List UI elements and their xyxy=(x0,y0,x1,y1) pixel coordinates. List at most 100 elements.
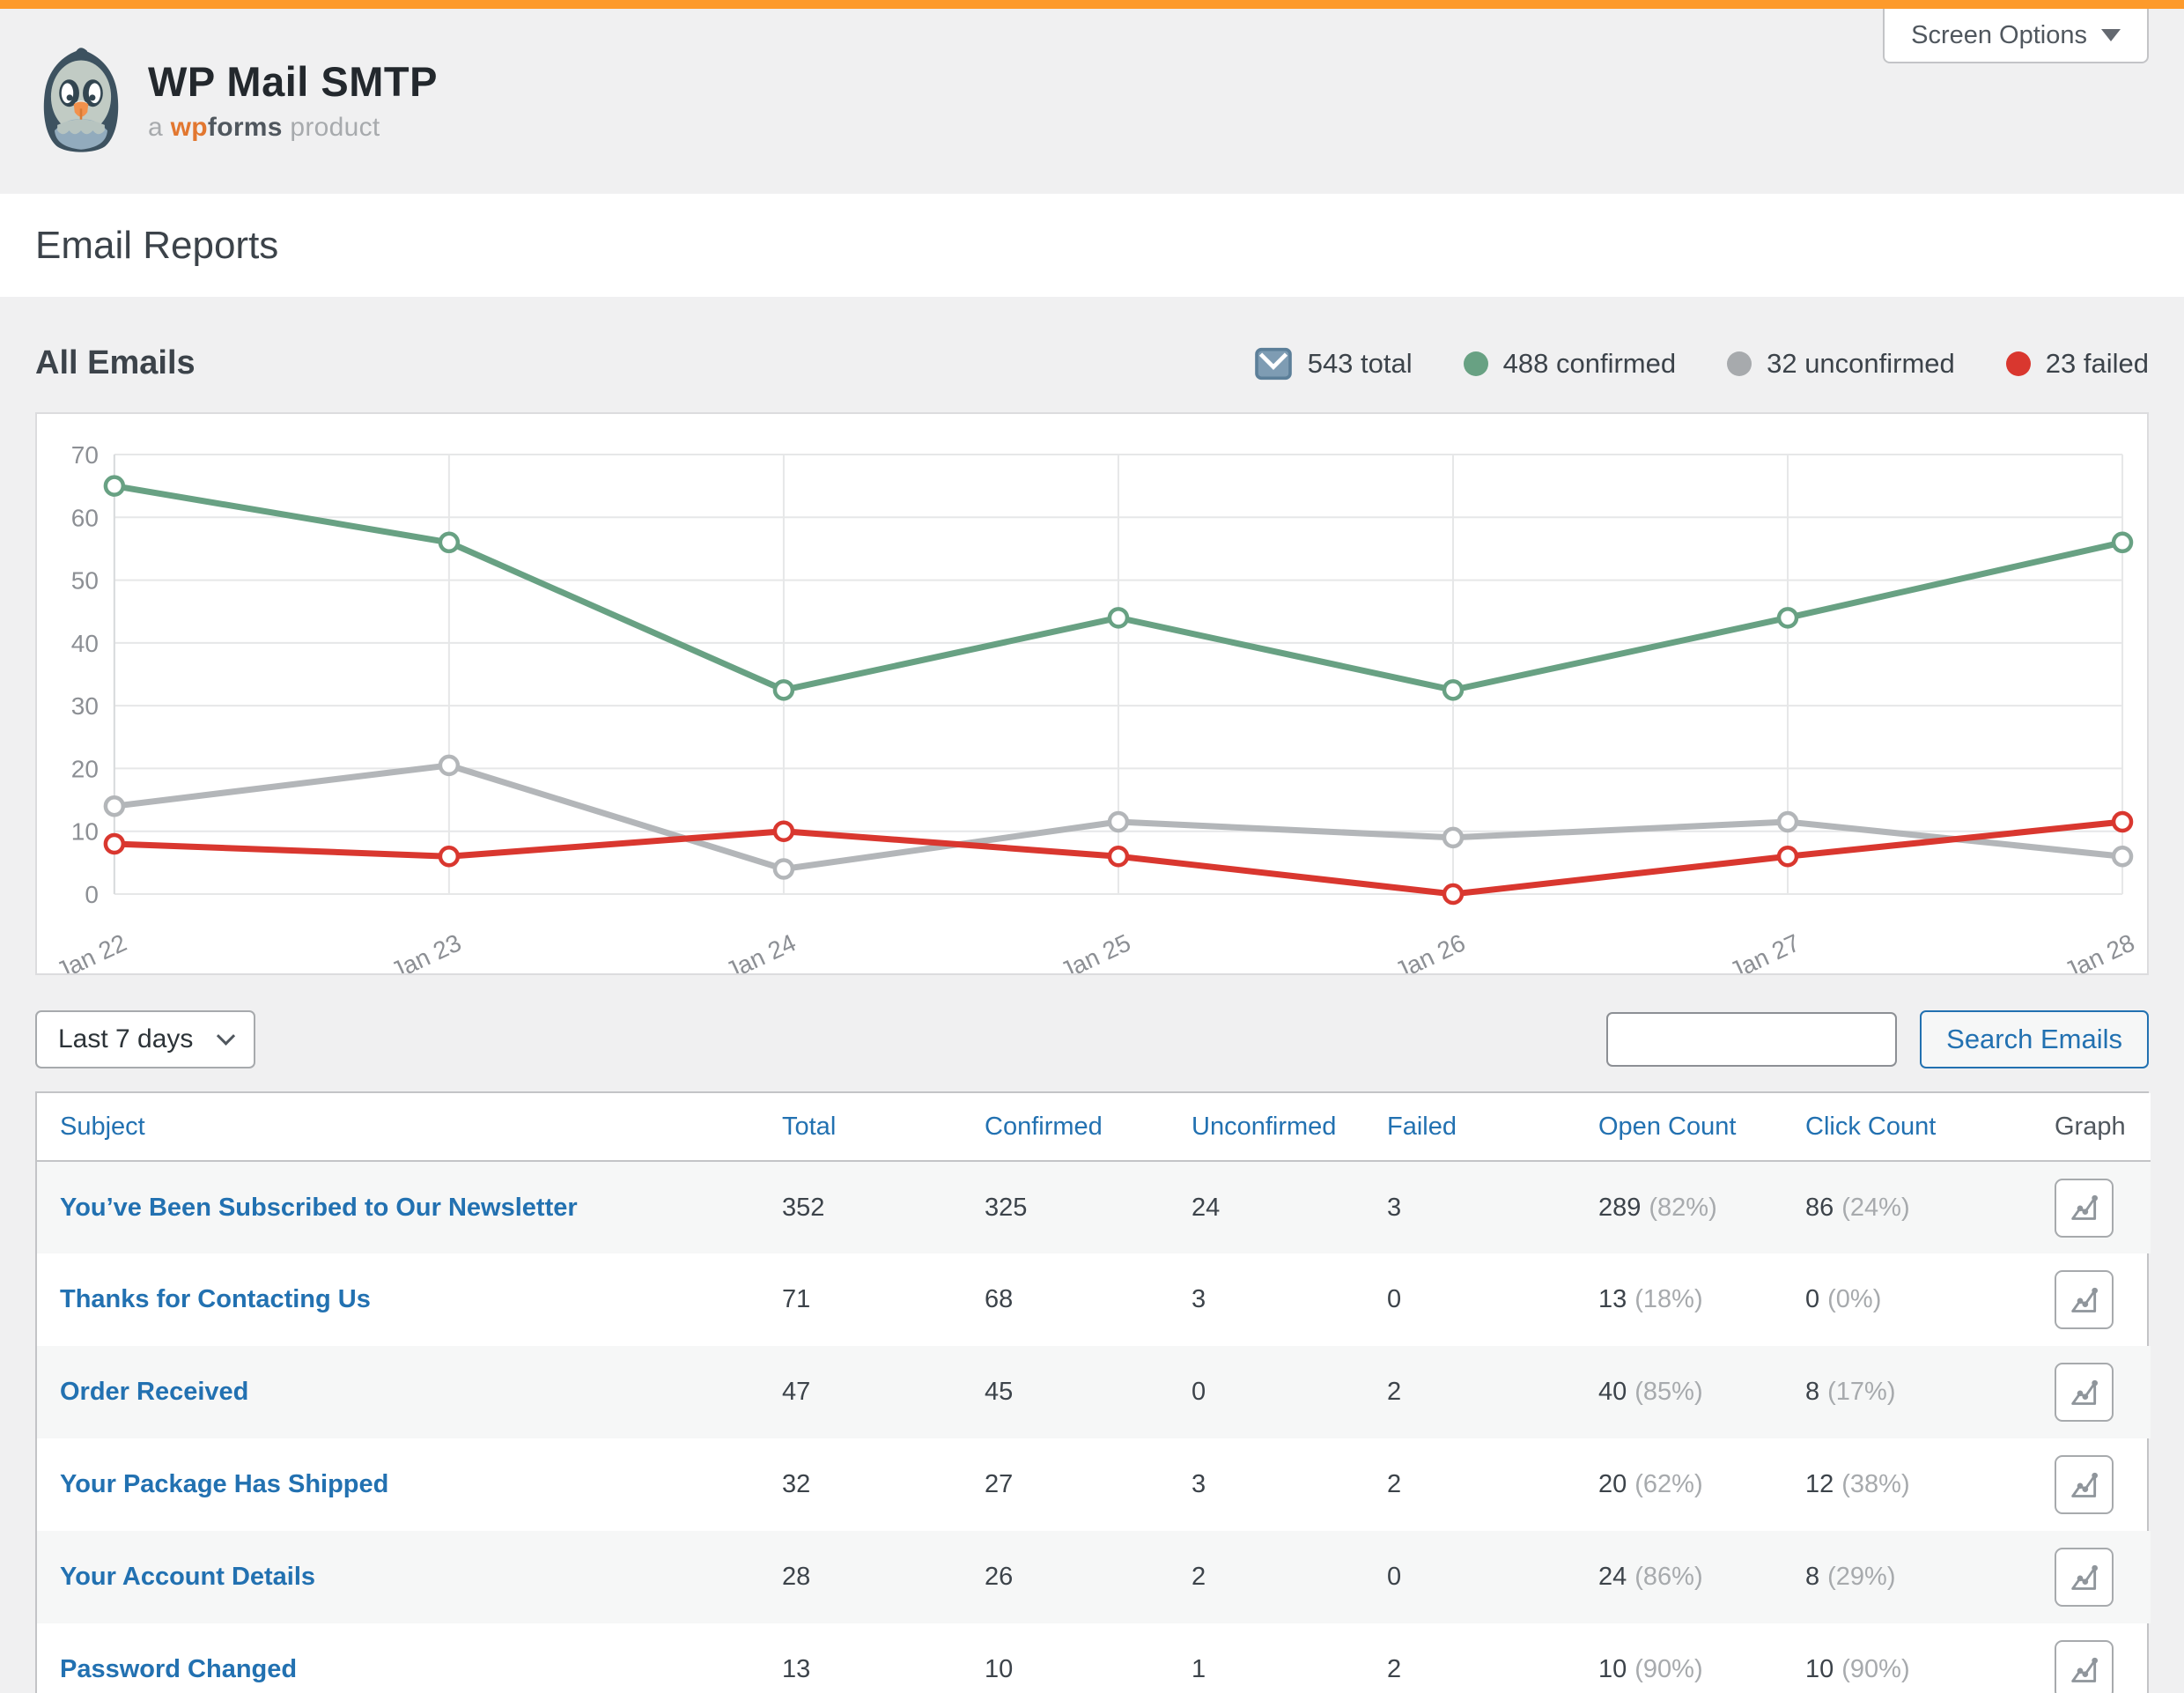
open-count-cell: 20(62%) xyxy=(1575,1438,1782,1531)
search-emails-input[interactable] xyxy=(1606,1012,1897,1067)
view-graph-button[interactable] xyxy=(2055,1179,2114,1238)
table-row: Thanks for Contacting Us 71683013(18%)0(0… xyxy=(37,1253,2151,1346)
failed-cell: 0 xyxy=(1364,1253,1575,1346)
envelope-icon xyxy=(1254,347,1293,381)
unconfirmed-cell: 2 xyxy=(1169,1531,1364,1623)
view-graph-button[interactable] xyxy=(2055,1548,2114,1607)
view-graph-button[interactable] xyxy=(2055,1270,2114,1329)
email-subject-link[interactable]: You’ve Been Subscribed to Our Newsletter xyxy=(60,1194,578,1222)
column-header-unconfirmed[interactable]: Unconfirmed xyxy=(1169,1093,1364,1161)
date-range-select[interactable]: Last 7 days xyxy=(35,1010,255,1068)
svg-text:Jan 25: Jan 25 xyxy=(1056,928,1134,973)
open-percent: (62%) xyxy=(1634,1470,1702,1498)
mini-line-chart-icon xyxy=(2067,1652,2102,1688)
unconfirmed-cell: 0 xyxy=(1169,1346,1364,1438)
svg-text:Jan 23: Jan 23 xyxy=(387,928,465,973)
click-percent: (90%) xyxy=(1841,1655,1909,1683)
tagline-brand-forms: forms xyxy=(208,113,283,142)
total-cell: 13 xyxy=(759,1623,962,1693)
svg-text:50: 50 xyxy=(71,567,99,595)
legend-label: 488 confirmed xyxy=(1503,348,1676,380)
click-count-cell: 12(38%) xyxy=(1782,1438,2032,1531)
section-title-all-emails: All Emails xyxy=(35,344,196,382)
screen-options-label: Screen Options xyxy=(1911,21,2087,50)
svg-text:10: 10 xyxy=(71,818,99,846)
view-graph-button[interactable] xyxy=(2055,1363,2114,1422)
pigeon-logo xyxy=(35,47,127,156)
table-row: Order Received47450240(85%)8(17%) xyxy=(37,1346,2151,1438)
unconfirmed-cell: 3 xyxy=(1169,1438,1364,1531)
click-percent: (24%) xyxy=(1841,1194,1909,1222)
legend-item-confirmed: 488 confirmed xyxy=(1464,348,1676,380)
app-title: WP Mail SMTP xyxy=(148,60,438,103)
column-header-confirmed[interactable]: Confirmed xyxy=(962,1093,1169,1161)
confirmed-cell: 68 xyxy=(962,1253,1169,1346)
chevron-down-icon xyxy=(217,1026,235,1045)
column-header-failed[interactable]: Failed xyxy=(1364,1093,1575,1161)
svg-text:40: 40 xyxy=(71,630,99,657)
email-subject-link[interactable]: Order Received xyxy=(60,1378,248,1406)
open-count-cell: 10(90%) xyxy=(1575,1623,1782,1693)
mini-line-chart-icon xyxy=(2067,1560,2102,1595)
click-count-cell: 0(0%) xyxy=(1782,1253,2032,1346)
svg-text:60: 60 xyxy=(71,504,99,531)
svg-text:Jan 27: Jan 27 xyxy=(1725,928,1804,973)
column-header-subject[interactable]: Subject xyxy=(37,1093,759,1161)
failed-cell: 2 xyxy=(1364,1438,1575,1531)
confirmed-cell: 45 xyxy=(962,1346,1169,1438)
total-cell: 47 xyxy=(759,1346,962,1438)
email-report-line-chart: 010203040506070Jan 22Jan 23Jan 24Jan 25J… xyxy=(37,414,2147,973)
total-cell: 32 xyxy=(759,1438,962,1531)
view-graph-button[interactable] xyxy=(2055,1640,2114,1693)
column-header-total[interactable]: Total xyxy=(759,1093,962,1161)
mini-line-chart-icon xyxy=(2067,1190,2102,1225)
open-percent: (82%) xyxy=(1649,1194,1716,1222)
click-count-cell: 8(17%) xyxy=(1782,1346,2032,1438)
legend-item-failed: 23 failed xyxy=(2006,348,2149,380)
unconfirmed-cell: 24 xyxy=(1169,1161,1364,1253)
mini-line-chart-icon xyxy=(2067,1468,2102,1503)
open-percent: (85%) xyxy=(1634,1378,1702,1406)
total-cell: 71 xyxy=(759,1253,962,1346)
email-subject-link[interactable]: Thanks for Contacting Us xyxy=(60,1285,371,1313)
unconfirmed-cell: 1 xyxy=(1169,1623,1364,1693)
svg-text:Jan 28: Jan 28 xyxy=(2060,928,2138,973)
column-header-graph: Graph xyxy=(2032,1093,2151,1161)
email-subject-link[interactable]: Your Package Has Shipped xyxy=(60,1470,388,1498)
unconfirmed-cell: 3 xyxy=(1169,1253,1364,1346)
site-header: WP Mail SMTP a wpforms product xyxy=(0,9,2184,194)
date-range-value: Last 7 days xyxy=(58,1024,193,1054)
open-count-cell: 13(18%) xyxy=(1575,1253,1782,1346)
email-report-chart-card: 010203040506070Jan 22Jan 23Jan 24Jan 25J… xyxy=(35,412,2149,975)
column-header-click-count[interactable]: Click Count xyxy=(1782,1093,2032,1161)
legend-label: 23 failed xyxy=(2046,348,2149,380)
total-cell: 352 xyxy=(759,1161,962,1253)
failed-dot-icon xyxy=(2006,351,2031,376)
email-reports-table-card: Subject Total Confirmed Unconfirmed Fail… xyxy=(35,1091,2149,1693)
confirmed-dot-icon xyxy=(1464,351,1488,376)
email-subject-link[interactable]: Your Account Details xyxy=(60,1563,315,1591)
table-row: Your Account Details28262024(86%)8(29%) xyxy=(37,1531,2151,1623)
open-percent: (86%) xyxy=(1634,1563,1702,1591)
top-accent-bar xyxy=(0,0,2184,9)
tagline-brand-wp: wp xyxy=(171,113,208,142)
tagline-suffix: product xyxy=(290,113,380,142)
column-header-open-count[interactable]: Open Count xyxy=(1575,1093,1782,1161)
click-percent: (17%) xyxy=(1827,1378,1895,1406)
failed-cell: 2 xyxy=(1364,1623,1575,1693)
search-emails-button[interactable]: Search Emails xyxy=(1920,1010,2149,1068)
screen-options-button[interactable]: Screen Options xyxy=(1883,9,2149,63)
mini-line-chart-icon xyxy=(2067,1283,2102,1318)
legend-label: 543 total xyxy=(1308,348,1413,380)
email-subject-link[interactable]: Password Changed xyxy=(60,1655,297,1683)
open-percent: (90%) xyxy=(1634,1655,1702,1683)
confirmed-cell: 26 xyxy=(962,1531,1169,1623)
failed-cell: 3 xyxy=(1364,1161,1575,1253)
legend-item-total: 543 total xyxy=(1254,347,1413,381)
svg-text:0: 0 xyxy=(85,881,99,908)
view-graph-button[interactable] xyxy=(2055,1455,2114,1514)
svg-text:Jan 26: Jan 26 xyxy=(1391,928,1469,973)
open-count-cell: 40(85%) xyxy=(1575,1346,1782,1438)
svg-text:20: 20 xyxy=(71,755,99,782)
table-row: Password Changed13101210(90%)10(90%) xyxy=(37,1623,2151,1693)
